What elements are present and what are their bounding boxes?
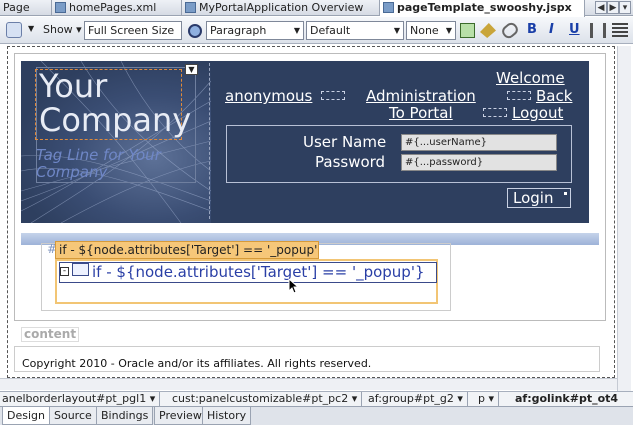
username-label: User Name	[303, 133, 387, 151]
align-icon[interactable]	[590, 23, 606, 38]
overview-icon	[185, 2, 196, 13]
if-tag-tooltip[interactable]: if - ${node.attributes['Target'] == '_po…	[55, 241, 319, 259]
breadcrumb-label: af:golink#pt_ot4	[515, 392, 619, 405]
tab-design[interactable]: Design	[2, 407, 50, 425]
breadcrumb-item[interactable]: p ▾	[478, 392, 500, 406]
tab-homepages-xml[interactable]: homePages.xml	[52, 0, 182, 16]
screen-size-select[interactable]: Full Screen Size	[84, 21, 182, 40]
underline-button[interactable]: U	[569, 22, 580, 37]
block-format-select[interactable]: Paragraph ▼	[206, 21, 304, 40]
refresh-menu-arrow-icon[interactable]: ▼	[28, 24, 34, 33]
welcome-link[interactable]: Welcome	[496, 70, 565, 86]
horizontal-scrollbar[interactable]	[0, 378, 617, 390]
font-select[interactable]: Default ▼	[306, 21, 404, 40]
page-header-banner: Your Company Tag Line for Your Company ▼ …	[21, 61, 589, 223]
visual-editor-toolbar: ▼ Show ▾ Full Screen Size Paragraph ▼ Def…	[0, 17, 633, 44]
xml-file-icon	[55, 2, 66, 13]
dot-icon	[564, 192, 567, 195]
font-value: Default	[310, 24, 351, 37]
breadcrumb-item[interactable]: cust:panelcustomizable#pt_pc2 ▾	[172, 392, 363, 406]
breadcrumb-label: anelborderlayout#pt_pgl1	[2, 392, 147, 405]
refresh-icon[interactable]	[6, 22, 22, 38]
login-button[interactable]: Login	[507, 188, 571, 208]
company-name-line2: Company	[39, 101, 192, 139]
tab-label: pageTemplate_swooshy.jspx	[397, 1, 572, 14]
italic-button[interactable]: I	[549, 22, 554, 37]
font-size-select[interactable]: None ▼	[406, 21, 456, 40]
user-link[interactable]: anonymous	[225, 88, 312, 104]
chevron-down-icon: ▼	[445, 26, 452, 35]
chevron-down-icon: ▼	[393, 26, 400, 35]
to-portal-link[interactable]: To Portal	[389, 105, 453, 121]
jspx-file-icon	[383, 2, 394, 13]
component-breadcrumb: anelborderlayout#pt_pgl1 ▾ cust:panelcus…	[0, 391, 633, 406]
mouse-pointer-icon	[288, 278, 300, 294]
font-size-value: None	[410, 24, 439, 37]
tab-preview[interactable]: Preview	[154, 407, 207, 425]
separator-placeholder	[321, 91, 345, 100]
breadcrumb-item[interactable]: anelborderlayout#pt_pgl1 ▾	[2, 392, 161, 406]
administration-link[interactable]: Administration	[366, 88, 476, 104]
separator-placeholder	[483, 108, 507, 117]
font-color-icon[interactable]	[460, 23, 475, 38]
password-field[interactable]: #{...password}	[401, 154, 557, 171]
tab-history[interactable]: History	[202, 407, 252, 425]
tab-page-template[interactable]: pageTemplate_swooshy.jspx	[380, 0, 585, 17]
copyright-text[interactable]: Copyright 2010 - Oracle and/or its affil…	[22, 357, 371, 370]
chevron-down-icon: ▼	[293, 26, 300, 35]
breadcrumb-item[interactable]: af:group#pt_g2 ▾	[368, 392, 468, 406]
separator-placeholder	[507, 91, 531, 100]
preview-toggle-icon[interactable]	[188, 24, 202, 38]
link-icon[interactable]	[499, 20, 521, 41]
tab-list-icon[interactable]: ▾	[619, 1, 631, 14]
show-menu[interactable]: Show ▾	[43, 23, 82, 36]
back-link[interactable]: Back	[536, 88, 572, 104]
tab-label: MyPortalApplication Overview	[199, 1, 364, 14]
vertical-scrollbar[interactable]	[617, 46, 631, 391]
breadcrumb-label: p	[478, 392, 485, 405]
password-label: Password	[315, 153, 386, 171]
tab-portal-overview[interactable]: MyPortalApplication Overview	[182, 0, 380, 16]
tab-label: Page	[3, 1, 30, 14]
username-field[interactable]: #{...userName}	[401, 134, 557, 151]
scroll-left-icon[interactable]: ◀	[595, 1, 607, 14]
scroll-right-icon[interactable]: ▶	[607, 1, 619, 14]
breadcrumb-label: af:group#pt_g2	[368, 392, 454, 405]
bold-button[interactable]: B	[527, 22, 537, 37]
tab-bindings[interactable]: Bindings	[96, 407, 154, 425]
tab-navigation: ◀ ▶ ▾	[595, 1, 631, 14]
jstl-icon	[72, 263, 89, 276]
block-format-value: Paragraph	[210, 24, 267, 37]
company-name-line1: Your	[39, 67, 108, 105]
divider	[209, 63, 210, 219]
collapse-icon[interactable]: -	[60, 267, 69, 276]
editor-tab-bar: Page homePages.xml MyPortalApplication O…	[0, 0, 633, 17]
show-label: Show	[43, 23, 73, 36]
tab-page[interactable]: Page	[0, 0, 52, 16]
if-expression[interactable]: if - ${node.attributes['Target'] == '_po…	[92, 263, 425, 281]
tab-source[interactable]: Source	[49, 407, 97, 425]
login-label: Login	[513, 189, 554, 207]
screen-size-value: Full Screen Size	[88, 24, 175, 37]
highlight-icon[interactable]	[480, 23, 496, 38]
logout-link[interactable]: Logout	[512, 105, 563, 121]
breadcrumb-label: cust:panelcustomizable#pt_pc2	[172, 392, 349, 405]
tag-line[interactable]: Tag Line for Your Company	[36, 147, 196, 181]
editor-view-tabs: Design Source Bindings Preview History	[0, 406, 633, 425]
content-facet-label: content	[21, 327, 80, 342]
list-icon[interactable]	[612, 23, 628, 38]
tab-label: homePages.xml	[69, 1, 157, 14]
dropdown-marker-icon[interactable]: ▼	[185, 64, 198, 75]
breadcrumb-item-current[interactable]: af:golink#pt_ot4	[515, 392, 622, 406]
company-name[interactable]: Your Company	[39, 69, 191, 137]
